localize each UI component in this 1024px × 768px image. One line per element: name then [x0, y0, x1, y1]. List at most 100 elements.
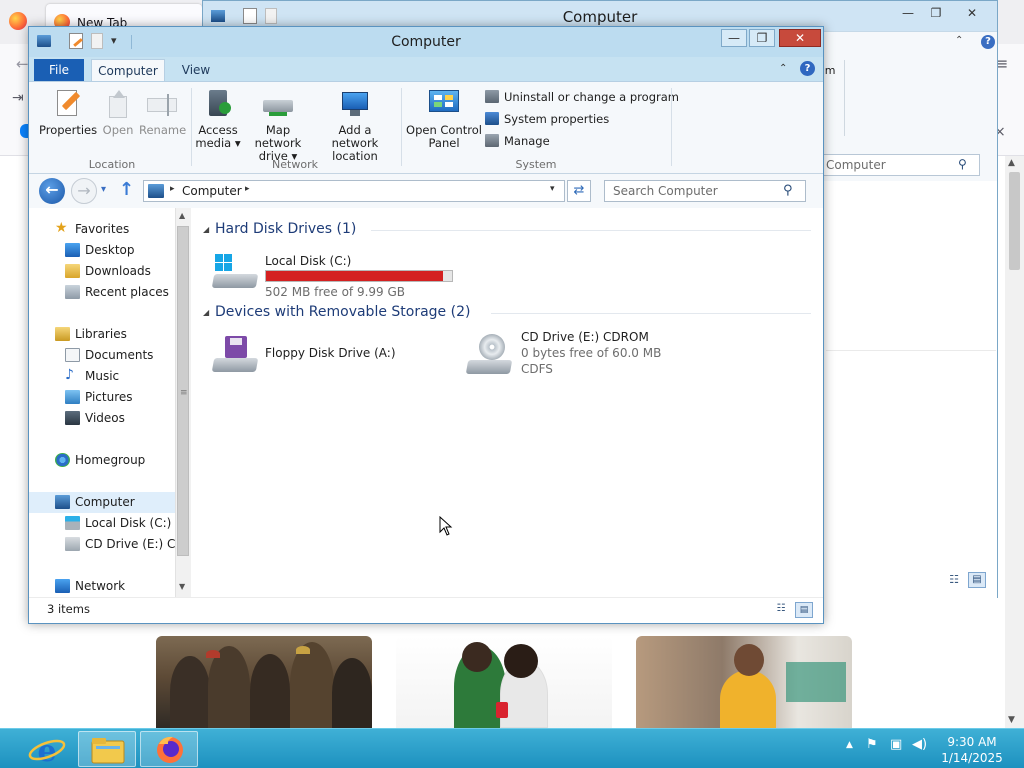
drive-tile-local-disk[interactable]: Local Disk (C:) 502 MB free of 9.99 GB: [211, 252, 453, 299]
group-label-system: System: [515, 158, 557, 171]
story-card-firefighters[interactable]: [156, 636, 372, 728]
uninstall-program-button[interactable]: Uninstall or change a program: [485, 90, 679, 104]
show-hidden-icons-icon[interactable]: ▲: [846, 740, 853, 750]
collapse-group-icon[interactable]: ◢: [203, 308, 209, 317]
scroll-up-arrow[interactable]: ▲: [179, 211, 185, 220]
group-header-hard-disk-drives[interactable]: Hard Disk Drives (1): [215, 221, 356, 237]
documents-icon: [65, 348, 80, 362]
uninstall-icon: [485, 90, 499, 103]
address-toolbar: ← → ▾ ↑ ▸ Computer ▸ ▾ ⇄ Search Computer…: [29, 174, 823, 208]
nav-item-computer[interactable]: Computer: [29, 492, 175, 513]
map-network-drive-icon: [263, 88, 293, 120]
forward-button[interactable]: →: [71, 178, 97, 204]
tab-file[interactable]: File: [34, 59, 84, 81]
desktop-icon: [65, 243, 80, 257]
drive-file-system: CDFS: [521, 362, 553, 376]
drive-tile-floppy[interactable]: Floppy Disk Drive (A:): [211, 332, 441, 382]
rename-button[interactable]: Rename: [139, 88, 186, 137]
open-control-panel-button[interactable]: Open Control Panel: [405, 88, 483, 150]
scroll-down-arrow[interactable]: ▼: [179, 582, 185, 591]
back-button[interactable]: ←: [39, 178, 65, 204]
add-network-location-icon: [340, 88, 370, 120]
tab-view[interactable]: View: [173, 59, 219, 81]
background-search-icon[interactable]: ⚲: [958, 157, 967, 171]
background-tiles-view-icon[interactable]: ▤: [968, 572, 986, 588]
collapse-group-icon[interactable]: ◢: [203, 225, 209, 234]
search-icon[interactable]: ⚲: [783, 183, 793, 198]
ribbon-collapse-icon[interactable]: ⌃: [779, 63, 787, 74]
mouse-cursor-icon: [439, 516, 453, 536]
action-center-flag-icon[interactable]: ⚑: [866, 737, 878, 752]
system-properties-button[interactable]: System properties: [485, 112, 609, 126]
open-button[interactable]: Open: [97, 88, 139, 137]
up-level-button[interactable]: ↑: [119, 179, 134, 200]
breadcrumb-separator-icon[interactable]: ▸: [245, 184, 250, 194]
background-minimize-button[interactable]: —: [895, 4, 921, 22]
add-network-location-button[interactable]: Add a network location: [315, 88, 395, 163]
tab-computer[interactable]: Computer: [91, 59, 165, 82]
scrollbar-grip-icon: ≡: [180, 388, 188, 398]
firefox-scroll-up-arrow[interactable]: ▲: [1008, 158, 1015, 168]
clock-time[interactable]: 9:30 AM: [940, 735, 1004, 749]
libraries-icon: [55, 327, 70, 341]
firefox-icon: [157, 736, 183, 763]
address-bar[interactable]: ▸ Computer ▸ ▾: [143, 180, 565, 202]
breadcrumb-computer[interactable]: Computer: [182, 184, 242, 198]
nav-item-cd-drive[interactable]: CD Drive (E:) CDFS: [29, 534, 175, 555]
taskbar-firefox-button[interactable]: [140, 731, 198, 767]
nav-item-homegroup[interactable]: Homegroup: [29, 450, 175, 471]
nav-item-pictures[interactable]: Pictures: [29, 387, 175, 408]
content-pane[interactable]: ◢ Hard Disk Drives (1) Local Disk (C:) 5…: [191, 208, 823, 597]
background-maximize-button[interactable]: ❐: [923, 4, 949, 22]
close-button[interactable]: ✕: [779, 29, 821, 47]
nav-item-videos[interactable]: Videos: [29, 408, 175, 429]
firefox-signin-icon[interactable]: ⇥: [12, 90, 24, 106]
nav-item-local-disk[interactable]: Local Disk (C:): [29, 513, 175, 534]
nav-item-favorites[interactable]: ★ Favorites: [29, 219, 175, 240]
volume-icon[interactable]: ◀): [912, 737, 927, 752]
taskbar-file-explorer-button[interactable]: [78, 731, 136, 767]
clock-date[interactable]: 1/14/2025: [940, 751, 1004, 765]
background-ribbon-collapse-icon[interactable]: ⌃: [955, 35, 963, 46]
navigation-pane[interactable]: ★ Favorites Desktop Downloads Recent pla…: [29, 208, 191, 597]
network-status-icon[interactable]: ▣: [890, 737, 902, 752]
help-icon[interactable]: ?: [800, 61, 815, 76]
nav-item-recent-places[interactable]: Recent places: [29, 282, 175, 303]
properties-button[interactable]: Properties: [39, 88, 97, 137]
drive-free-space: 502 MB free of 9.99 GB: [265, 285, 406, 299]
access-media-button[interactable]: Access media ▾: [195, 88, 241, 150]
details-view-icon[interactable]: ☷: [773, 603, 789, 617]
group-header-removable-storage[interactable]: Devices with Removable Storage (2): [215, 304, 470, 320]
firefox-scrollbar-thumb[interactable]: [1009, 172, 1020, 270]
nav-item-desktop[interactable]: Desktop: [29, 240, 175, 261]
nav-item-downloads[interactable]: Downloads: [29, 261, 175, 282]
recent-locations-dropdown-icon[interactable]: ▾: [101, 184, 106, 195]
map-network-drive-button[interactable]: Map network drive ▾: [241, 88, 315, 163]
minimize-button[interactable]: —: [721, 29, 747, 47]
manage-button[interactable]: Manage: [485, 134, 550, 148]
breadcrumb-separator-icon[interactable]: ▸: [170, 184, 175, 194]
firefox-scroll-down-arrow[interactable]: ▼: [1008, 715, 1015, 725]
floppy-drive-icon: [211, 336, 259, 380]
nav-item-music[interactable]: ♪ Music: [29, 366, 175, 387]
background-details-view-icon[interactable]: ☷: [946, 573, 962, 587]
window-titlebar[interactable]: ▾ Computer — ❐ ✕: [29, 27, 823, 57]
story-card-woman-yellow[interactable]: [636, 636, 852, 728]
maximize-button[interactable]: ❐: [749, 29, 775, 47]
rename-icon: [147, 88, 177, 120]
address-history-dropdown-icon[interactable]: ▾: [550, 184, 555, 194]
drive-name: CD Drive (E:) CDROM: [521, 330, 649, 344]
refresh-button[interactable]: ⇄: [567, 180, 591, 202]
taskbar-internet-explorer-button[interactable]: e: [18, 731, 76, 768]
nav-item-libraries[interactable]: Libraries: [29, 324, 175, 345]
background-help-icon[interactable]: ?: [981, 35, 995, 49]
explorer-window[interactable]: ▾ Computer — ❐ ✕ File Computer View ⌃ ? …: [28, 26, 824, 624]
firefox-back-icon[interactable]: ←: [16, 55, 29, 73]
drive-tile-cd[interactable]: CD Drive (E:) CDROM 0 bytes free of 60.0…: [465, 330, 715, 382]
story-card-people-phone[interactable]: [396, 636, 612, 728]
nav-item-documents[interactable]: Documents: [29, 345, 175, 366]
background-close-button[interactable]: ✕: [955, 4, 989, 22]
search-input[interactable]: Search Computer ⚲: [604, 180, 806, 202]
tiles-view-icon[interactable]: ▤: [795, 602, 813, 618]
nav-item-network[interactable]: Network: [29, 576, 175, 597]
